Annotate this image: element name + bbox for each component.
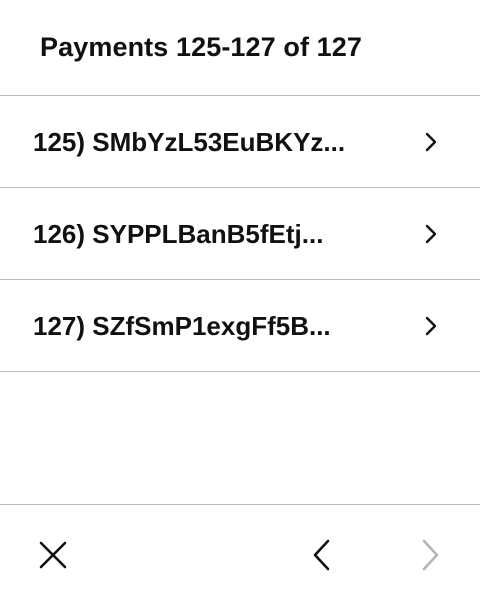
close-button[interactable] bbox=[33, 535, 73, 575]
payment-label: 127) SZfSmP1exgFf5B... bbox=[33, 311, 331, 341]
footer-navigation bbox=[0, 504, 480, 600]
chevron-right-icon bbox=[425, 316, 437, 336]
close-icon bbox=[39, 541, 67, 569]
chevron-right-icon bbox=[422, 539, 439, 571]
payment-row-125[interactable]: 125) SMbYzL53EuBKYz... bbox=[0, 96, 480, 188]
payment-label: 126) SYPPLBanB5fEtj... bbox=[33, 219, 324, 249]
chevron-right-icon bbox=[425, 224, 437, 244]
next-page-button bbox=[410, 535, 450, 575]
previous-page-button[interactable] bbox=[302, 535, 342, 575]
chevron-right-icon bbox=[425, 132, 437, 152]
payment-row-127[interactable]: 127) SZfSmP1exgFf5B... bbox=[0, 280, 480, 372]
payments-list: 125) SMbYzL53EuBKYz... 126) SYPPLBanB5fE… bbox=[0, 96, 480, 372]
header: Payments 125-127 of 127 bbox=[0, 0, 480, 96]
payments-screen: Payments 125-127 of 127 125) SMbYzL53EuB… bbox=[0, 0, 480, 600]
page-title: Payments 125-127 of 127 bbox=[40, 32, 362, 62]
payment-row-126[interactable]: 126) SYPPLBanB5fEtj... bbox=[0, 188, 480, 280]
chevron-left-icon bbox=[313, 539, 330, 571]
payment-label: 125) SMbYzL53EuBKYz... bbox=[33, 127, 346, 157]
